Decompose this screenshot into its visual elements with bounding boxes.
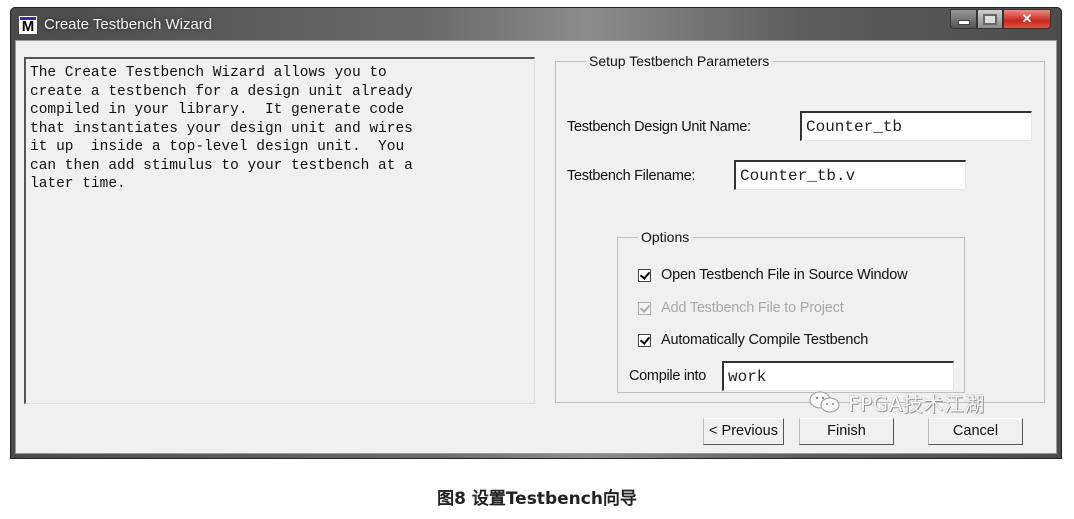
close-icon: ✕ (1021, 11, 1033, 26)
watermark-text: FPGA技术江湖 (848, 392, 985, 416)
setup-parameters-group: Setup Testbench Parameters Testbench Des… (555, 53, 1045, 403)
wechat-watermark-icon (809, 391, 840, 413)
testbench-filename-label: Testbench Filename: (567, 168, 696, 184)
finish-button[interactable]: Finish (799, 418, 894, 445)
maximize-icon (983, 13, 997, 25)
compile-into-input[interactable]: work (722, 361, 954, 391)
open-in-source-window-label: Open Testbench File in Source Window (661, 267, 908, 283)
auto-compile-checkbox[interactable]: Automatically Compile Testbench (638, 332, 868, 348)
design-unit-name-label: Testbench Design Unit Name: (567, 119, 751, 135)
auto-compile-label: Automatically Compile Testbench (661, 332, 869, 348)
options-group: Options Open Testbench File in Source Wi… (617, 229, 965, 393)
compile-into-label: Compile into (629, 368, 706, 384)
setup-parameters-legend: Setup Testbench Parameters (589, 53, 770, 69)
options-legend: Options (641, 229, 690, 245)
figure-caption: 图8 设置Testbench向导 (437, 489, 637, 509)
testbench-filename-input[interactable]: Counter_tb.v (734, 160, 966, 190)
title-bar[interactable]: M Create Testbench Wizard ✕ (11, 8, 1061, 40)
checkbox-checked-disabled-icon (638, 301, 651, 315)
description-text-area: The Create Testbench Wizard allows you t… (24, 57, 535, 404)
maximize-button[interactable] (977, 9, 1003, 29)
minimize-button[interactable] (950, 9, 977, 29)
minimize-icon (957, 19, 970, 25)
open-in-source-window-checkbox[interactable]: Open Testbench File in Source Window (638, 267, 908, 283)
window-title: Create Testbench Wizard (44, 16, 213, 33)
cancel-button[interactable]: Cancel (928, 418, 1023, 445)
previous-button[interactable]: < Previous (703, 418, 784, 445)
add-to-project-label: Add Testbench File to Project (661, 300, 844, 316)
close-button[interactable]: ✕ (1003, 9, 1051, 29)
checkbox-checked-icon[interactable] (638, 268, 651, 282)
modelsim-app-icon[interactable]: M (19, 16, 37, 35)
add-to-project-checkbox: Add Testbench File to Project (638, 300, 844, 316)
checkbox-checked-icon[interactable] (638, 333, 651, 347)
design-unit-name-input[interactable]: Counter_tb (800, 111, 1032, 141)
